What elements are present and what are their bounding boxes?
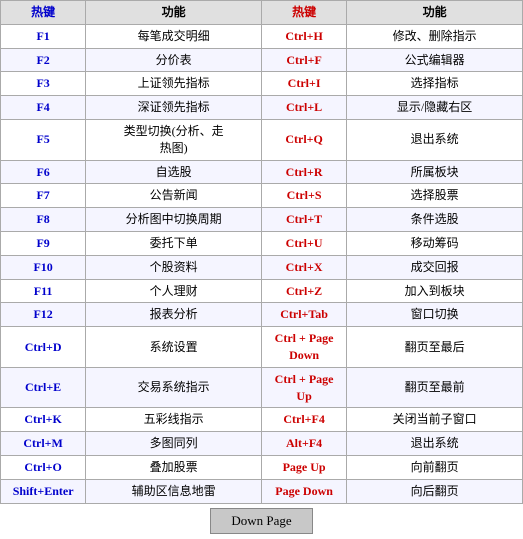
hotkey-right-cell: Page Down [261, 479, 346, 503]
hotkey-right-cell: Ctrl+T [261, 208, 346, 232]
hotkey-right-cell: Ctrl+Q [261, 119, 346, 160]
func-right-cell: 成交回报 [347, 255, 523, 279]
hotkey-left-cell: F9 [1, 231, 86, 255]
func-left-cell: 分价表 [86, 48, 262, 72]
hotkey-left-cell: Ctrl+D [1, 327, 86, 368]
hotkey-left-cell: Ctrl+M [1, 432, 86, 456]
func-right-cell: 选择指标 [347, 72, 523, 96]
hotkey-right-cell: Ctrl+S [261, 184, 346, 208]
hotkey-right-cell: Ctrl+X [261, 255, 346, 279]
func-right-cell: 翻页至最后 [347, 327, 523, 368]
col-header-hotkey1: 热键 [1, 1, 86, 25]
func-left-cell: 个人理财 [86, 279, 262, 303]
hotkey-right-cell: Ctrl+F [261, 48, 346, 72]
func-right-cell: 退出系统 [347, 119, 523, 160]
func-left-cell: 系统设置 [86, 327, 262, 368]
func-right-cell: 所属板块 [347, 160, 523, 184]
hotkey-left-cell: F11 [1, 279, 86, 303]
hotkey-table: 热键 功能 热键 功能 F1每笔成交明细Ctrl+H修改、删除指示F2分价表Ct… [0, 0, 523, 504]
hotkey-left-cell: F4 [1, 96, 86, 120]
func-left-cell: 五彩线指示 [86, 408, 262, 432]
func-right-cell: 向前翻页 [347, 455, 523, 479]
func-left-cell: 委托下单 [86, 231, 262, 255]
func-left-cell: 多图同列 [86, 432, 262, 456]
hotkey-right-cell: Ctrl+L [261, 96, 346, 120]
func-left-cell: 报表分析 [86, 303, 262, 327]
func-right-cell: 显示/隐藏右区 [347, 96, 523, 120]
hotkey-right-cell: Ctrl+R [261, 160, 346, 184]
func-right-cell: 公式编辑器 [347, 48, 523, 72]
col-header-hotkey2: 热键 [261, 1, 346, 25]
hotkey-left-cell: F12 [1, 303, 86, 327]
func-left-cell: 每笔成交明细 [86, 24, 262, 48]
func-left-cell: 公告新闻 [86, 184, 262, 208]
func-left-cell: 交易系统指示 [86, 367, 262, 408]
hotkey-right-cell: Alt+F4 [261, 432, 346, 456]
func-right-cell: 条件选股 [347, 208, 523, 232]
hotkey-left-cell: F8 [1, 208, 86, 232]
hotkey-left-cell: Ctrl+O [1, 455, 86, 479]
func-right-cell: 退出系统 [347, 432, 523, 456]
hotkey-right-cell: Ctrl+Z [261, 279, 346, 303]
func-right-cell: 翻页至最前 [347, 367, 523, 408]
func-right-cell: 修改、删除指示 [347, 24, 523, 48]
hotkey-left-cell: Ctrl+K [1, 408, 86, 432]
hotkey-left-cell: F5 [1, 119, 86, 160]
col-header-func2: 功能 [347, 1, 523, 25]
hotkey-left-cell: F7 [1, 184, 86, 208]
hotkey-right-cell: Page Up [261, 455, 346, 479]
func-right-cell: 加入到板块 [347, 279, 523, 303]
func-left-cell: 类型切换(分析、走 热图) [86, 119, 262, 160]
func-left-cell: 叠加股票 [86, 455, 262, 479]
hotkey-right-cell: Ctrl + Page Down [261, 327, 346, 368]
hotkey-left-cell: F2 [1, 48, 86, 72]
func-left-cell: 辅助区信息地雷 [86, 479, 262, 503]
func-right-cell: 向后翻页 [347, 479, 523, 503]
func-right-cell: 窗口切换 [347, 303, 523, 327]
hotkey-right-cell: Ctrl+I [261, 72, 346, 96]
hotkey-left-cell: F1 [1, 24, 86, 48]
hotkey-right-cell: Ctrl+F4 [261, 408, 346, 432]
hotkey-left-cell: F6 [1, 160, 86, 184]
hotkey-right-cell: Ctrl+U [261, 231, 346, 255]
hotkey-right-cell: Ctrl+H [261, 24, 346, 48]
func-left-cell: 自选股 [86, 160, 262, 184]
func-left-cell: 分析图中切换周期 [86, 208, 262, 232]
hotkey-left-cell: Ctrl+E [1, 367, 86, 408]
hotkey-left-cell: Shift+Enter [1, 479, 86, 503]
func-right-cell: 关闭当前子窗口 [347, 408, 523, 432]
hotkey-left-cell: F10 [1, 255, 86, 279]
func-left-cell: 深证领先指标 [86, 96, 262, 120]
func-right-cell: 选择股票 [347, 184, 523, 208]
func-left-cell: 上证领先指标 [86, 72, 262, 96]
col-header-func1: 功能 [86, 1, 262, 25]
hotkey-right-cell: Ctrl + Page Up [261, 367, 346, 408]
func-right-cell: 移动筹码 [347, 231, 523, 255]
hotkey-left-cell: F3 [1, 72, 86, 96]
hotkey-right-cell: Ctrl+Tab [261, 303, 346, 327]
func-left-cell: 个股资料 [86, 255, 262, 279]
down-page-button[interactable]: Down Page [210, 508, 312, 534]
